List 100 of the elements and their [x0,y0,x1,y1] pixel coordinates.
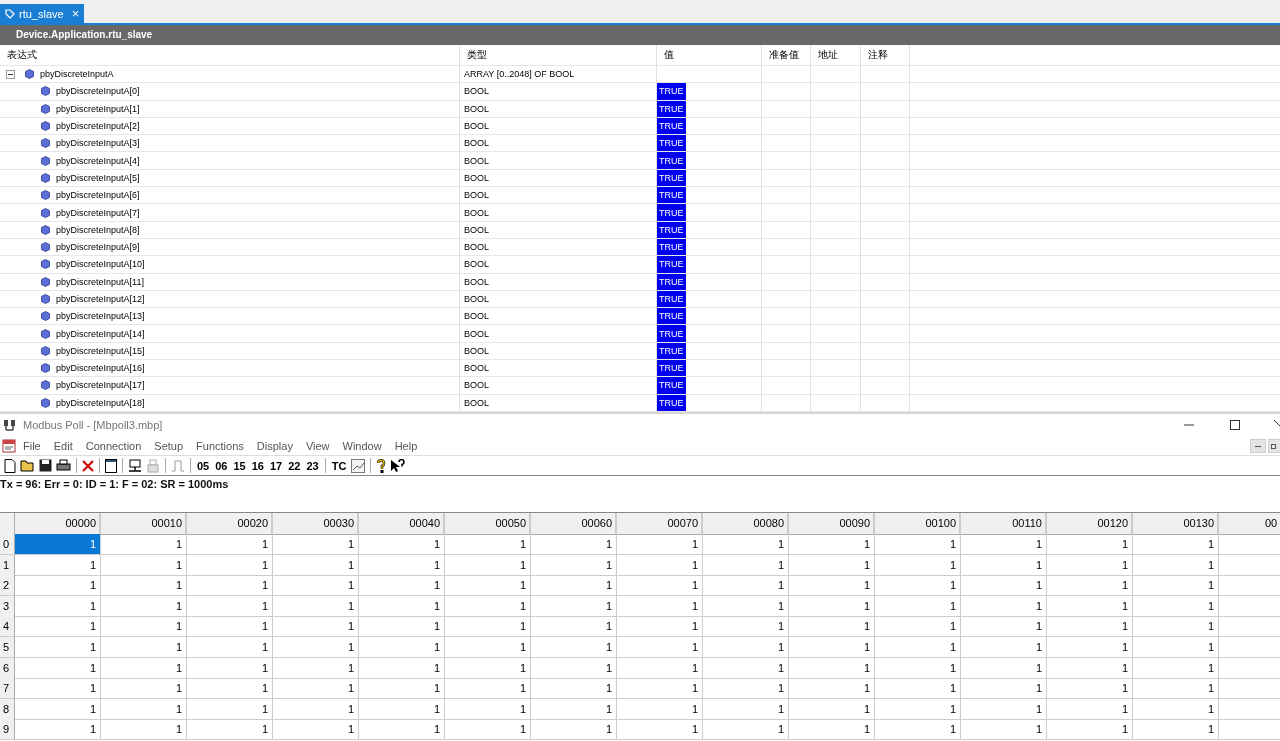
table-cell[interactable]: 1 [445,554,531,576]
table-cell[interactable]: 1 [15,534,101,555]
table-cell[interactable]: 1 [101,575,187,597]
function-code-button[interactable]: 23 [305,459,320,472]
column-header[interactable]: 地址 [811,45,861,65]
table-cell[interactable]: 1 [101,698,187,720]
table-cell[interactable]: 1 [789,616,875,638]
menu-item[interactable]: Window [335,439,388,452]
table-cell[interactable]: 1 [617,657,703,679]
table-cell[interactable]: 1 [445,657,531,679]
table-cell[interactable]: 1 [1133,575,1219,597]
table-cell[interactable]: 1 [531,636,617,658]
table-cell[interactable]: 1 [187,636,273,658]
table-cell[interactable]: 1 [359,719,445,741]
table-cell[interactable]: 1 [445,575,531,597]
table-cell[interactable]: 1 [187,657,273,679]
table-cell[interactable]: 1 [875,595,961,617]
table-cell[interactable]: 1 [531,595,617,617]
table-cell[interactable]: 1 [961,534,1047,555]
column-header[interactable]: 注释 [861,45,910,65]
help-icon[interactable] [376,458,387,473]
table-cell[interactable]: 1 [1047,616,1133,638]
table-cell[interactable]: 1 [531,575,617,597]
table-cell[interactable]: 1 [617,698,703,720]
table-cell[interactable]: 1 [15,575,101,597]
table-cell[interactable]: 1 [187,678,273,700]
table-cell[interactable]: 1 [789,719,875,741]
table-cell[interactable]: 1 [445,595,531,617]
table-cell[interactable]: 1 [703,616,789,638]
collapse-icon[interactable] [6,69,15,79]
table-cell[interactable]: 1 [961,575,1047,597]
table-cell[interactable]: 1 [789,534,875,555]
table-cell[interactable]: 1 [875,554,961,576]
table-cell[interactable]: 1 [703,719,789,741]
table-cell[interactable]: 1 [617,575,703,597]
table-cell[interactable]: 1 [789,698,875,720]
table-cell[interactable]: 1 [187,554,273,576]
table-cell[interactable]: 1 [1133,698,1219,720]
column-header[interactable]: 准备值 [762,45,811,65]
table-cell[interactable]: 1 [703,636,789,658]
table-cell[interactable]: 1 [617,595,703,617]
table-cell[interactable]: 1 [1047,657,1133,679]
table-cell[interactable]: 1 [961,636,1047,658]
table-cell[interactable]: 1 [359,698,445,720]
table-cell[interactable]: 1 [359,595,445,617]
table-cell[interactable]: 1 [359,554,445,576]
table-cell[interactable]: 1 [359,575,445,597]
table-cell[interactable]: 1 [1047,719,1133,741]
menu-item[interactable]: Display [249,439,299,452]
table-cell[interactable]: 1 [273,534,359,555]
table-cell[interactable]: 1 [789,657,875,679]
table-cell[interactable]: 1 [961,657,1047,679]
table-cell[interactable]: 1 [359,678,445,700]
table-cell[interactable]: 1 [445,719,531,741]
table-cell[interactable]: 1 [961,595,1047,617]
table-cell[interactable]: 1 [1047,575,1133,597]
table-cell[interactable]: 1 [961,554,1047,576]
table-cell[interactable]: 1 [445,678,531,700]
table-cell[interactable]: 1 [531,657,617,679]
table-cell[interactable]: 1 [273,595,359,617]
table-cell[interactable]: 1 [789,678,875,700]
table-cell[interactable]: 1 [789,575,875,597]
table-cell[interactable]: 1 [273,616,359,638]
table-cell[interactable]: 1 [875,657,961,679]
table-cell[interactable]: 1 [273,657,359,679]
restore-icon[interactable] [1268,438,1280,453]
folder-icon[interactable] [20,459,35,472]
table-cell[interactable]: 1 [15,657,101,679]
table-cell[interactable]: 1 [875,719,961,741]
close-icon[interactable] [82,459,94,472]
table-cell[interactable]: 1 [617,616,703,638]
table-cell[interactable]: 1 [1133,534,1219,555]
table-cell[interactable]: 1 [187,575,273,597]
table-cell[interactable]: 1 [531,616,617,638]
table-cell[interactable]: 1 [875,616,961,638]
table-cell[interactable]: 1 [445,616,531,638]
menu-item[interactable]: View [298,439,336,452]
close-tab-button[interactable]: × [71,6,80,21]
table-cell[interactable]: 1 [703,678,789,700]
table-cell[interactable]: 1 [101,678,187,700]
table-cell[interactable]: 1 [961,616,1047,638]
table-cell[interactable]: 1 [703,657,789,679]
function-code-button[interactable]: 22 [287,459,302,472]
table-cell[interactable]: 1 [1133,719,1219,741]
table-cell[interactable]: 1 [875,636,961,658]
table-cell[interactable]: 1 [101,719,187,741]
table-cell[interactable]: 1 [1047,534,1133,555]
table-cell[interactable]: 1 [273,554,359,576]
table-cell[interactable]: 1 [875,678,961,700]
table-cell[interactable]: 1 [101,616,187,638]
tc-button[interactable]: TC [330,459,348,472]
table-cell[interactable]: 1 [15,698,101,720]
menu-item[interactable]: Edit [46,439,79,452]
table-cell[interactable]: 1 [359,616,445,638]
table-cell[interactable]: 1 [531,719,617,741]
table-cell[interactable]: 1 [187,595,273,617]
column-header[interactable]: 表达式 [0,45,460,65]
table-cell[interactable]: 1 [789,636,875,658]
table-cell[interactable]: 1 [1047,678,1133,700]
table-cell[interactable]: 1 [1047,698,1133,720]
